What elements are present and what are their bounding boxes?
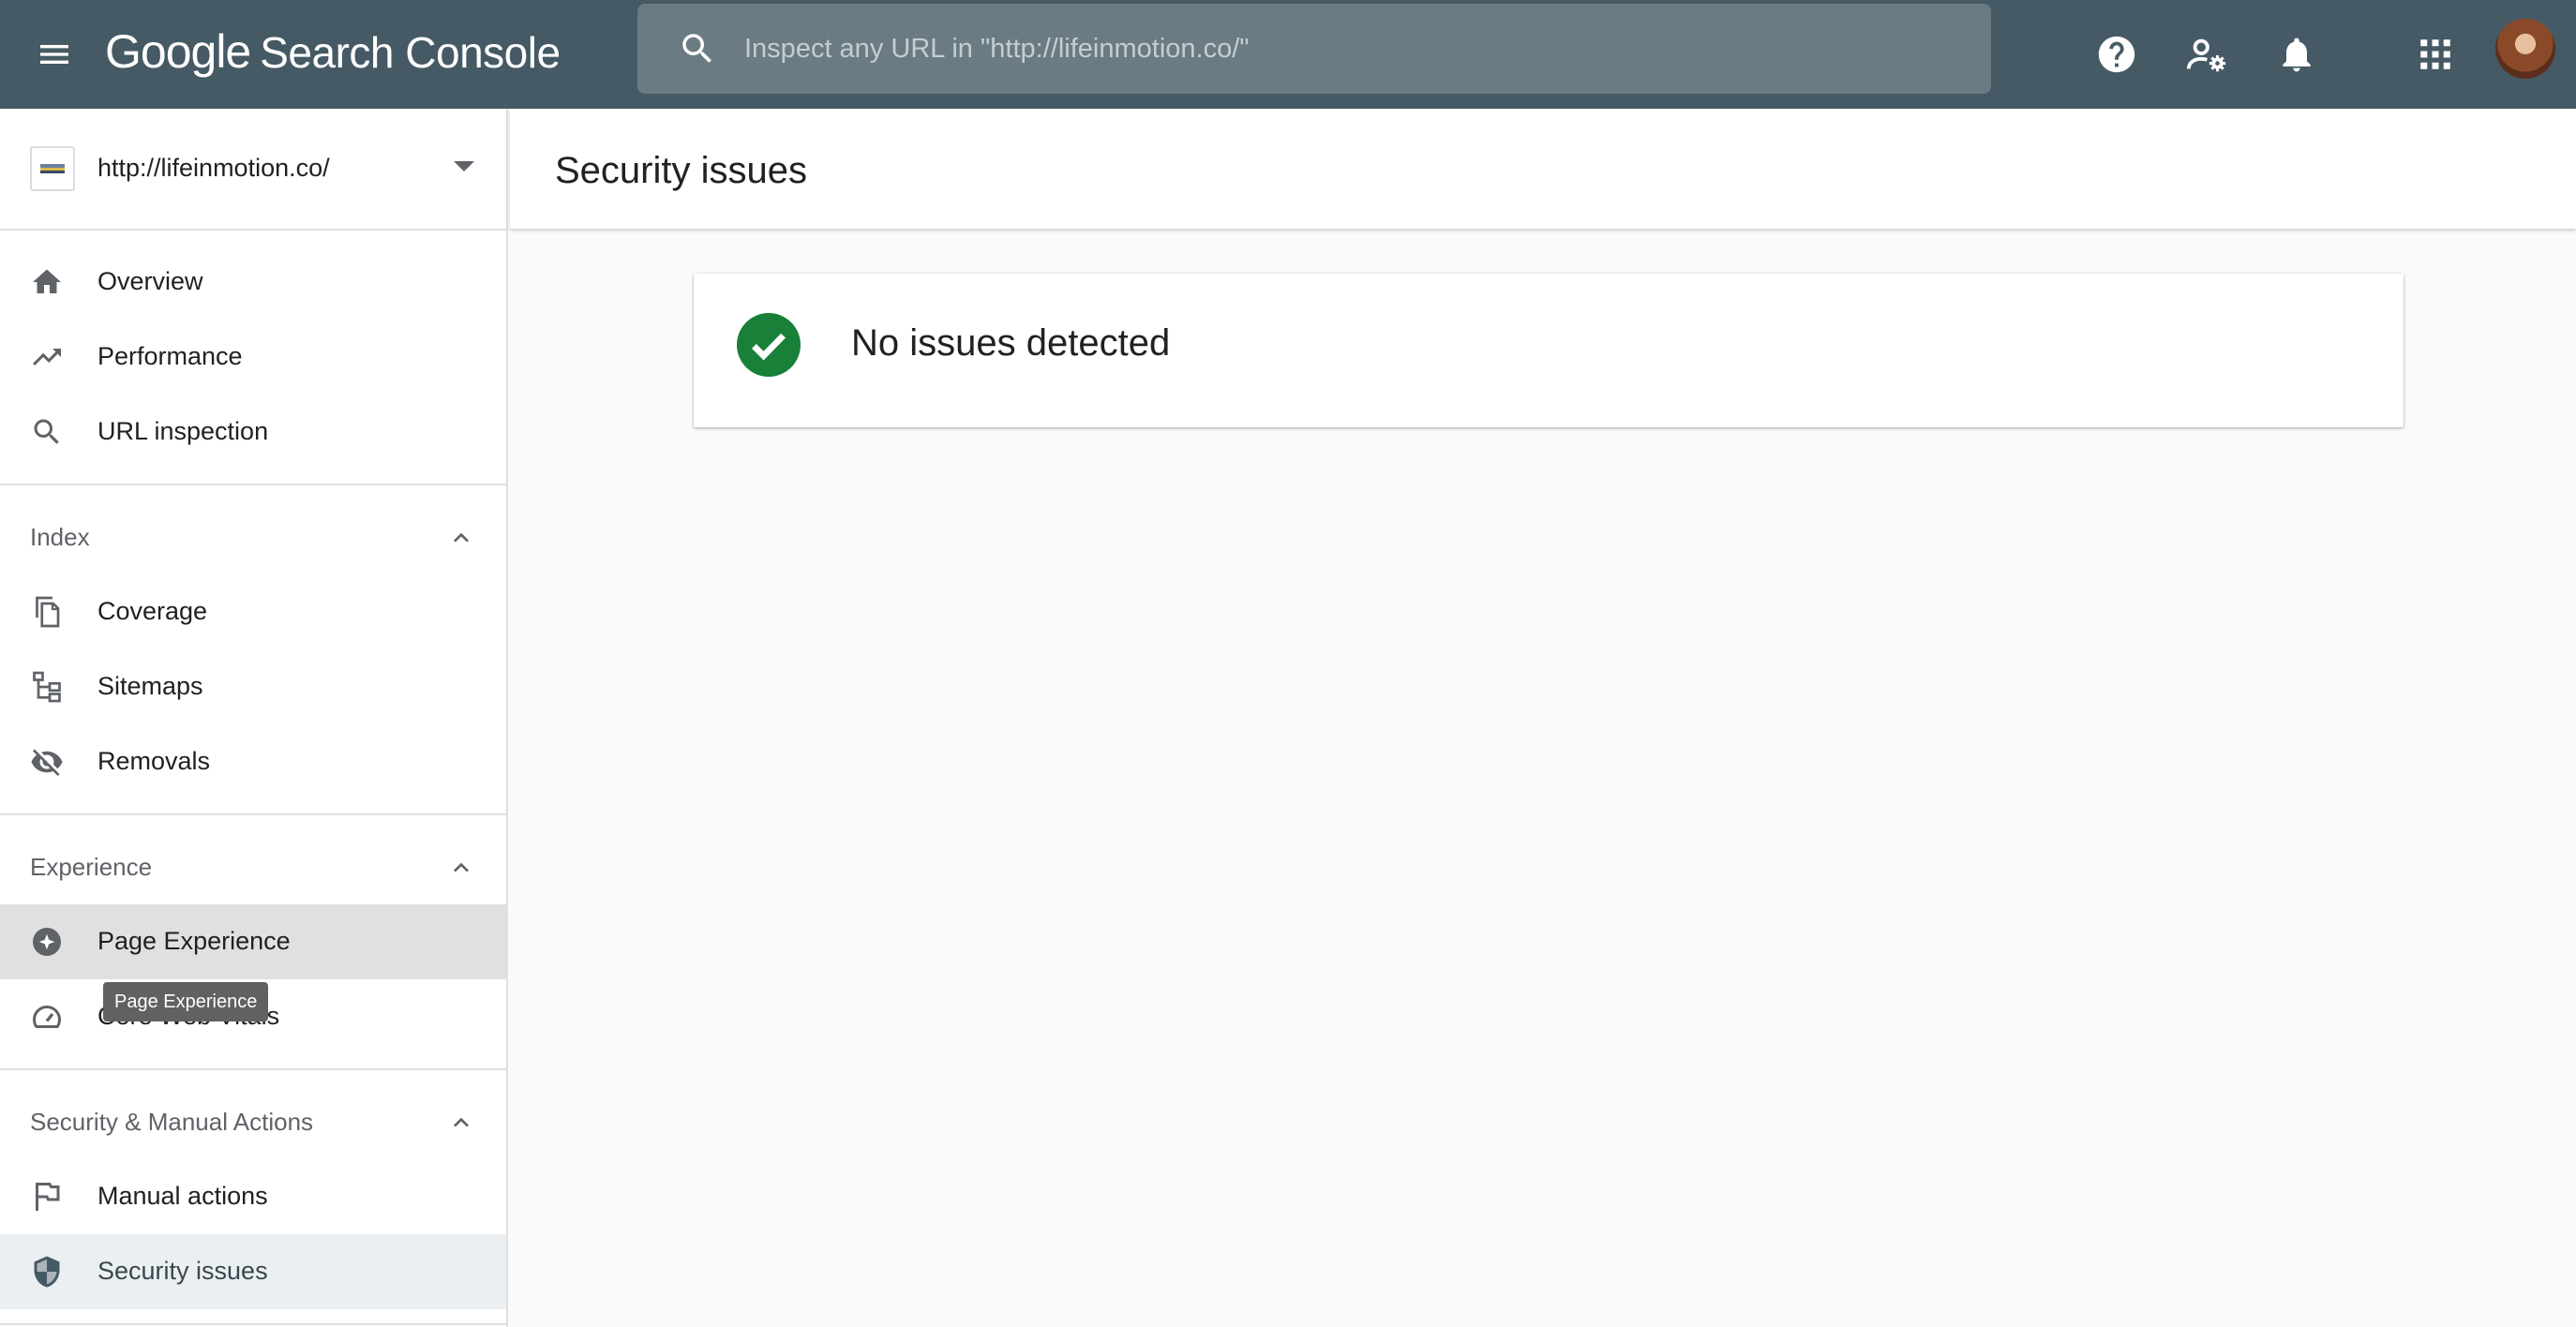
section-header-security-manual-actions[interactable]: Security & Manual Actions [0,1083,506,1158]
section-header-index[interactable]: Index [0,499,506,574]
url-inspection-search-bar[interactable] [637,4,1991,94]
search-console-logo[interactable]: Google Search Console [105,24,561,81]
sidebar-item-label: Manual actions [97,1182,268,1210]
page-title: Security issues [555,150,807,191]
sidebar-item-manual-actions[interactable]: Manual actions [0,1159,506,1234]
property-url: http://lifeinmotion.co/ [97,154,330,182]
sidebar-item-removals[interactable]: Removals [0,724,506,799]
menu-icon[interactable] [28,28,81,81]
help-icon[interactable] [2083,21,2150,88]
shield-icon [28,1253,66,1290]
sidebar-item-label: Overview [97,267,203,295]
divider [0,1323,506,1325]
chevron-up-icon[interactable] [444,1106,478,1140]
dropdown-arrow-icon[interactable] [454,161,474,171]
search-icon[interactable] [671,22,724,75]
sidebar-item-overview[interactable]: Overview [0,245,506,320]
chevron-up-icon[interactable] [444,521,478,555]
flag-icon [28,1178,66,1215]
sidebar-item-coverage[interactable]: Coverage [0,574,506,649]
sidebar-item-performance[interactable]: Performance [0,320,506,395]
section-title: Security & Manual Actions [30,1108,314,1136]
sidebar-nav: http://lifeinmotion.co/ Overview Perform… [0,109,508,1327]
trending-up-icon [28,338,66,376]
status-message: No issues detected [851,322,1171,364]
section-title: Experience [30,853,153,881]
manage-users-icon[interactable] [2173,21,2240,88]
sidebar-item-label: URL inspection [97,417,269,445]
section-title: Index [30,523,90,551]
visibility-off-icon [28,743,66,781]
sidebar-item-label: Removals [97,747,211,775]
star-circle-icon [28,923,66,961]
property-favicon-icon [30,146,75,191]
tooltip: Page Experience [103,982,269,1021]
account-avatar[interactable] [2495,19,2555,79]
divider [0,1068,506,1070]
security-status-card: No issues detected [694,274,2404,427]
url-inspection-input[interactable] [744,11,1963,86]
chevron-up-icon[interactable] [444,851,478,885]
property-selector[interactable]: http://lifeinmotion.co/ [0,109,506,231]
sidebar-item-url-inspection[interactable]: URL inspection [0,395,506,470]
search-icon [28,413,66,451]
divider [0,813,506,815]
notifications-icon[interactable] [2263,21,2330,88]
home-icon [28,263,66,301]
sidebar-item-label: Coverage [97,597,208,625]
sidebar-item-label: Security issues [97,1257,268,1285]
sitemap-icon [28,668,66,706]
logo-product-text: Search Console [260,28,561,77]
file-copy-icon [28,593,66,631]
apps-icon[interactable] [2402,21,2469,88]
divider [0,484,506,485]
sidebar-item-page-experience[interactable]: Page Experience [0,904,506,979]
top-app-bar: Google Search Console [0,0,2576,109]
sidebar-item-label: Page Experience [97,927,291,955]
sidebar-item-label: Performance [97,342,243,370]
sidebar-item-label: Sitemaps [97,672,203,700]
page-header: Security issues [510,109,2576,229]
check-circle-icon [737,313,801,377]
sidebar-item-sitemaps[interactable]: Sitemaps [0,649,506,724]
section-header-experience[interactable]: Experience [0,828,506,903]
speedometer-icon [28,998,66,1036]
logo-google-text: Google [105,25,251,78]
sidebar-item-security-issues[interactable]: Security issues [0,1234,506,1309]
